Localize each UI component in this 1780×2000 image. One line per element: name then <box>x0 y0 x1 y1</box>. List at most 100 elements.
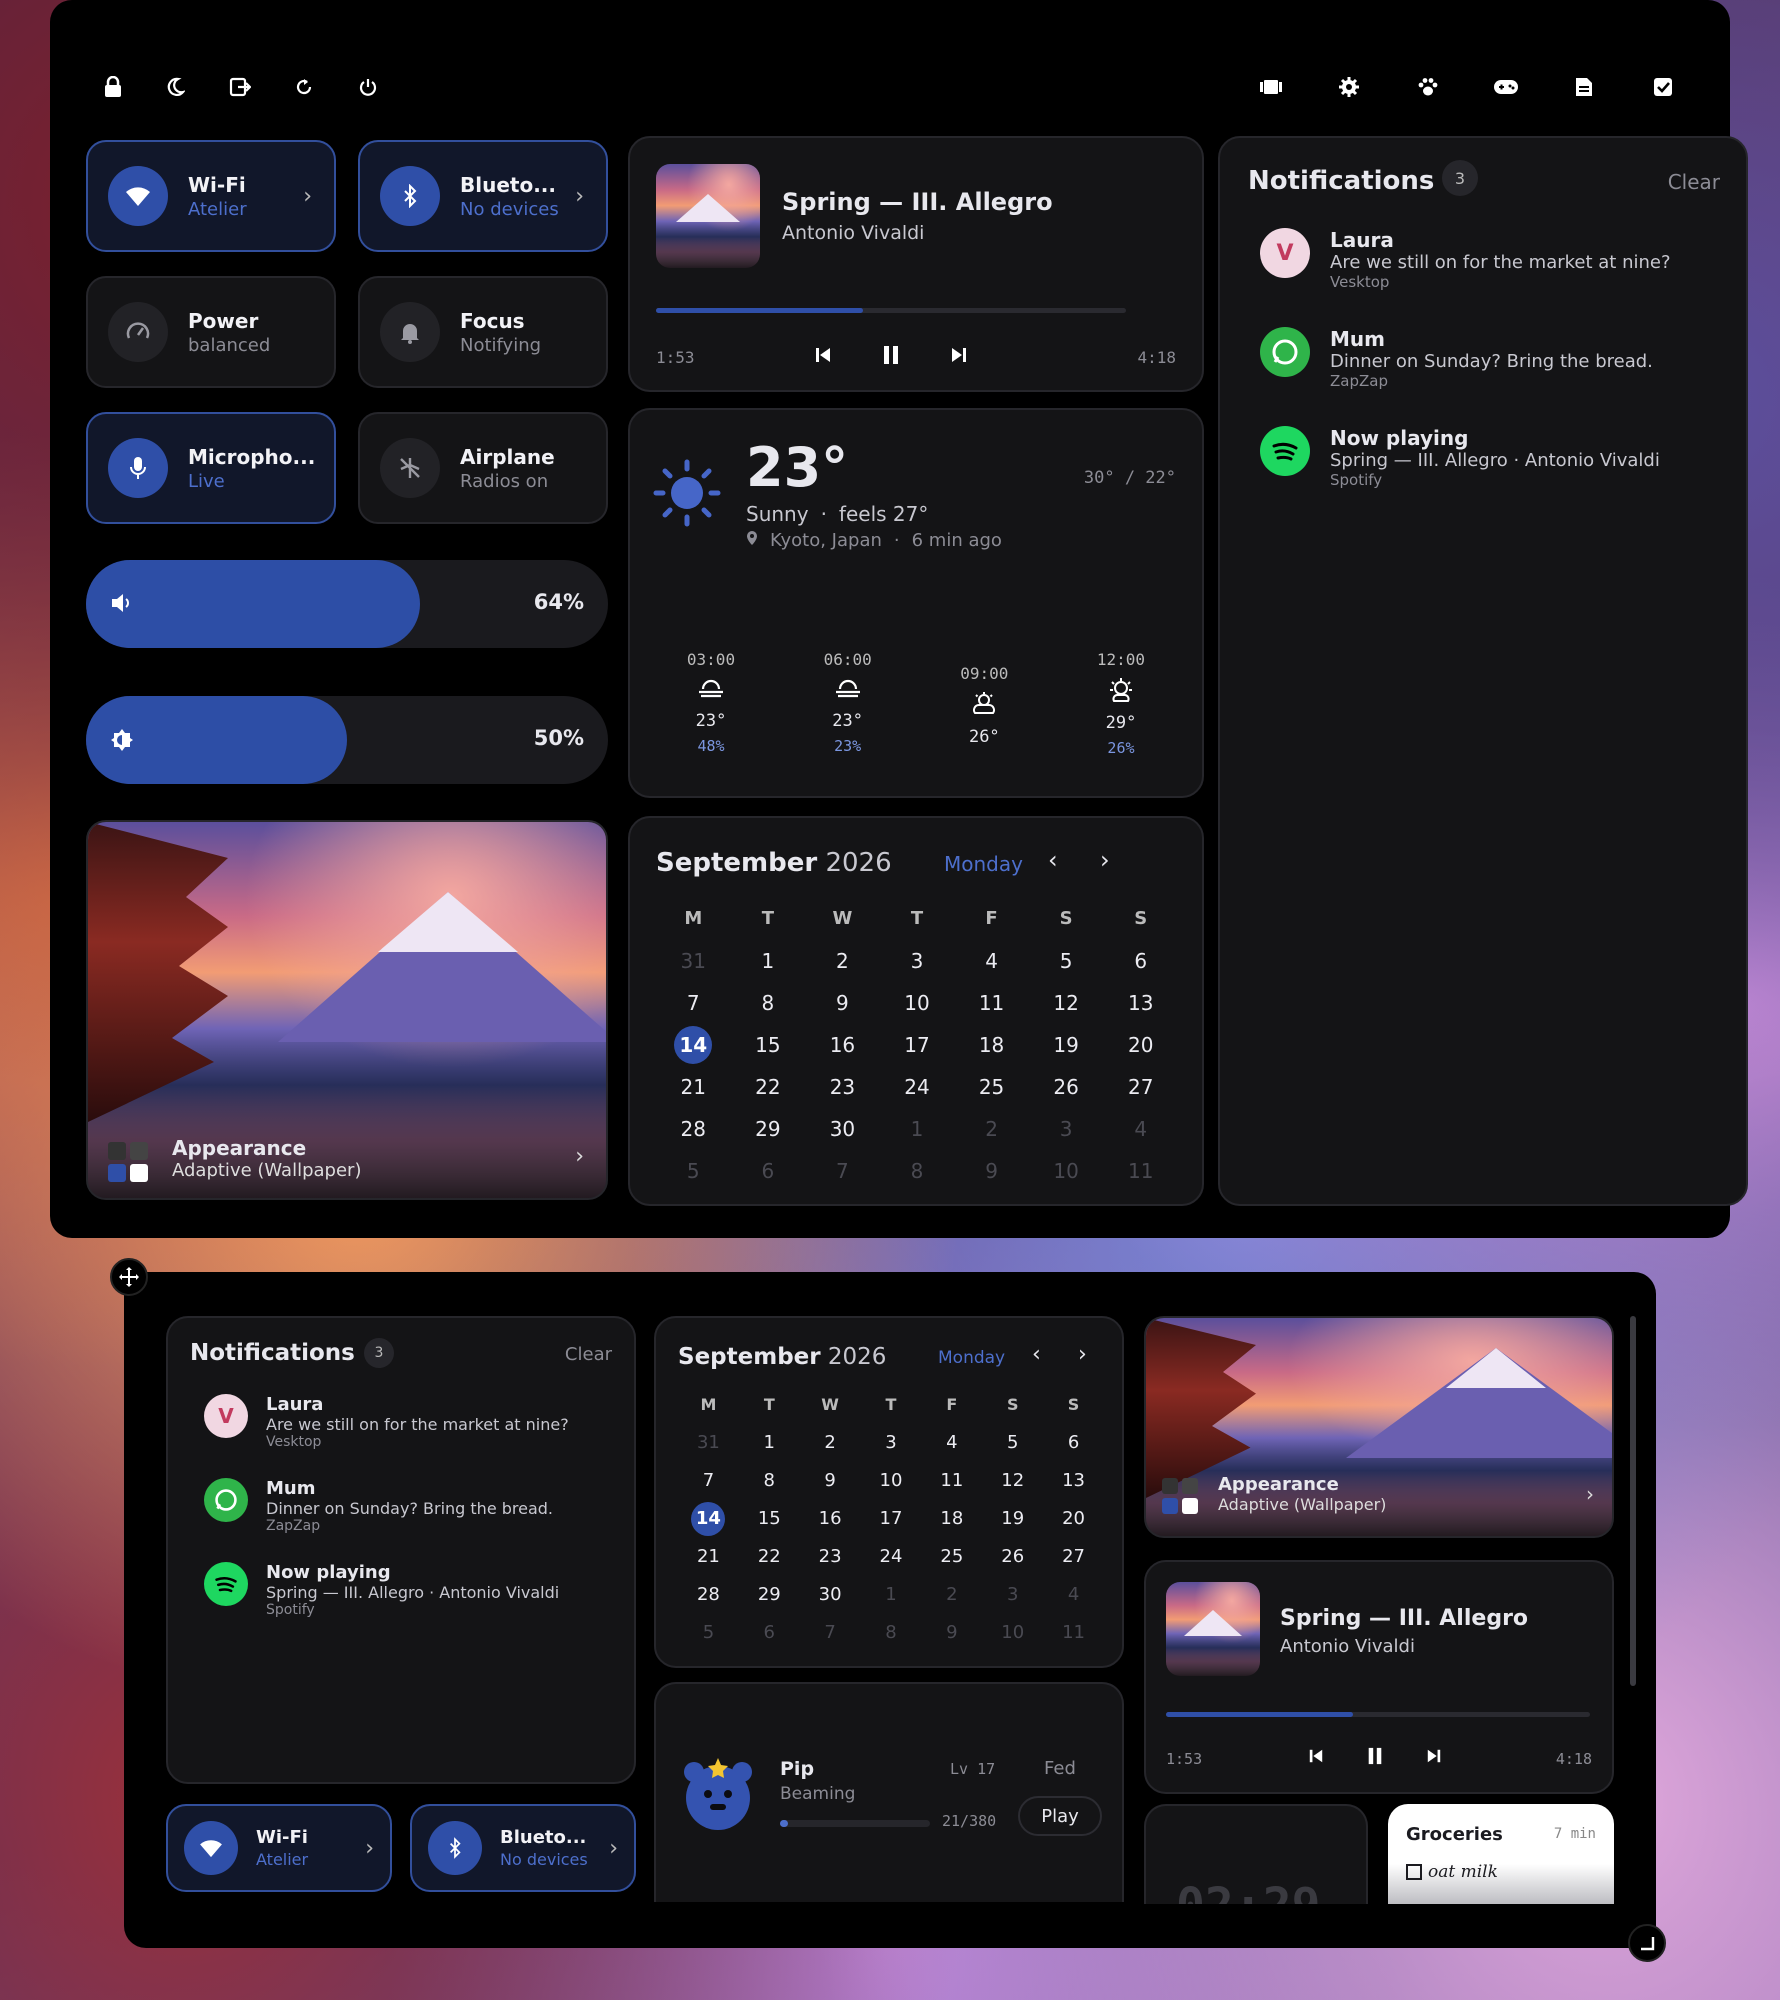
previous-icon[interactable] <box>1308 1748 1324 1768</box>
calendar-day[interactable]: 21 <box>656 1066 731 1108</box>
appearance-card[interactable]: Appearance Adaptive (Wallpaper) › <box>86 820 608 1200</box>
calendar-day[interactable]: 29 <box>731 1108 806 1150</box>
calendar-day[interactable]: 20 <box>1103 1024 1178 1066</box>
calendar-day[interactable]: 15 <box>739 1500 800 1538</box>
checkbox[interactable] <box>1406 1864 1422 1880</box>
chevron-right-icon[interactable]: › <box>1100 846 1110 874</box>
resize-handle-icon[interactable] <box>1628 1924 1666 1962</box>
chevron-right-icon[interactable]: › <box>1078 1342 1087 1367</box>
calendar-day[interactable]: 12 <box>982 1462 1043 1500</box>
lock-icon[interactable] <box>100 74 126 100</box>
power-profile-tile[interactable]: Power balanced <box>86 276 336 388</box>
calendar-day[interactable]: 15 <box>731 1024 806 1066</box>
progress-track[interactable] <box>656 308 1126 313</box>
groceries-card[interactable]: Groceries 7 min oat milk <box>1388 1804 1614 1904</box>
calendar-day[interactable]: 31 <box>678 1424 739 1462</box>
calendar-day[interactable]: 28 <box>678 1576 739 1614</box>
calendar-day[interactable]: 9 <box>954 1150 1029 1192</box>
calendar-day[interactable]: 5 <box>1029 940 1104 982</box>
calendar-day[interactable]: 12 <box>1029 982 1104 1024</box>
chevron-right-icon[interactable]: › <box>609 1836 618 1861</box>
calendar-day[interactable]: 26 <box>982 1538 1043 1576</box>
pause-icon[interactable] <box>1366 1746 1384 1770</box>
chevron-right-icon[interactable]: › <box>575 184 584 209</box>
calendar-day[interactable]: 5 <box>656 1150 731 1192</box>
calendar-day[interactable]: 16 <box>805 1024 880 1066</box>
calendar-day[interactable]: 1 <box>731 940 806 982</box>
calendar-day[interactable]: 5 <box>982 1424 1043 1462</box>
clear-button[interactable]: Clear <box>565 1344 612 1365</box>
calendar-day[interactable]: 6 <box>731 1150 806 1192</box>
calendar-day[interactable]: 8 <box>880 1150 955 1192</box>
chevron-right-icon[interactable]: › <box>365 1836 374 1861</box>
wifi-tile-compact[interactable]: Wi-Fi Atelier › <box>166 1804 392 1892</box>
calendar-day[interactable]: 11 <box>921 1462 982 1500</box>
notification-item[interactable]: Mum Dinner on Sunday? Bring the bread. Z… <box>204 1478 624 1534</box>
calendar-day[interactable]: 4 <box>1103 1108 1178 1150</box>
chevron-left-icon[interactable]: ‹ <box>1032 1342 1041 1367</box>
calendar-day[interactable]: 7 <box>656 982 731 1024</box>
week-start-selector[interactable]: Monday <box>938 1348 1005 1368</box>
wifi-tile[interactable]: Wi-Fi Atelier › <box>86 140 336 252</box>
restart-icon[interactable] <box>291 74 317 100</box>
calendar-day[interactable]: 10 <box>1029 1150 1104 1192</box>
calendar-day[interactable]: 8 <box>731 982 806 1024</box>
calendar-day[interactable]: 19 <box>982 1500 1043 1538</box>
calendar-day[interactable]: 21 <box>678 1538 739 1576</box>
calendar-day[interactable]: 22 <box>731 1066 806 1108</box>
calendar-day[interactable]: 3 <box>1029 1108 1104 1150</box>
calendar-day[interactable]: 6 <box>1103 940 1178 982</box>
week-start-selector[interactable]: Monday <box>944 852 1023 876</box>
calendar-day[interactable]: 31 <box>656 940 731 982</box>
calendar-day[interactable]: 24 <box>880 1066 955 1108</box>
calendar-day[interactable]: 9 <box>921 1614 982 1652</box>
bluetooth-tile[interactable]: Blueto... No devices › <box>358 140 608 252</box>
calendar-day[interactable]: 10 <box>880 982 955 1024</box>
calendar-day[interactable]: 10 <box>982 1614 1043 1652</box>
calendar-day[interactable]: 26 <box>1029 1066 1104 1108</box>
settings-icon[interactable] <box>1336 74 1362 100</box>
calendar-day[interactable]: 2 <box>954 1108 1029 1150</box>
calendar-day[interactable]: 2 <box>921 1576 982 1614</box>
calendar-day[interactable]: 6 <box>739 1614 800 1652</box>
clear-button[interactable]: Clear <box>1668 170 1720 194</box>
notification-item[interactable]: V Laura Are we still on for the market a… <box>204 1394 624 1450</box>
calendar-day[interactable]: 18 <box>921 1500 982 1538</box>
microphone-tile[interactable]: Micropho... Live <box>86 412 336 524</box>
calendar-day[interactable]: 4 <box>921 1424 982 1462</box>
calendar-day[interactable]: 27 <box>1103 1066 1178 1108</box>
calendar-day[interactable]: 22 <box>739 1538 800 1576</box>
move-handle-icon[interactable] <box>110 1258 148 1296</box>
calendar-day[interactable]: 30 <box>800 1576 861 1614</box>
calendar-day[interactable]: 9 <box>800 1462 861 1500</box>
calendar-day[interactable]: 1 <box>739 1424 800 1462</box>
pause-icon[interactable] <box>881 344 901 370</box>
calendar-day[interactable]: 11 <box>1043 1614 1104 1652</box>
calendar-day[interactable]: 3 <box>982 1576 1043 1614</box>
logout-icon[interactable] <box>227 74 253 100</box>
calendar-day[interactable]: 11 <box>954 982 1029 1024</box>
calendar-day[interactable]: 13 <box>1043 1462 1104 1500</box>
calendar-day[interactable]: 24 <box>861 1538 922 1576</box>
gamepad-icon[interactable] <box>1493 74 1519 100</box>
calendar-day[interactable]: 4 <box>1043 1576 1104 1614</box>
calendar-day[interactable]: 17 <box>861 1500 922 1538</box>
volume-slider[interactable]: 64% <box>86 560 608 648</box>
appearance-card-compact[interactable]: Appearance Adaptive (Wallpaper) › <box>1144 1316 1614 1538</box>
calendar-day[interactable]: 30 <box>805 1108 880 1150</box>
calendar-day[interactable]: 8 <box>739 1462 800 1500</box>
focus-tile[interactable]: Focus Notifying <box>358 276 608 388</box>
progress-track[interactable] <box>1166 1712 1590 1717</box>
calendar-day[interactable]: 7 <box>800 1614 861 1652</box>
calendar-day[interactable]: 29 <box>739 1576 800 1614</box>
calendar-day[interactable]: 6 <box>1043 1424 1104 1462</box>
notes-icon[interactable] <box>1571 74 1597 100</box>
calendar-day[interactable]: 5 <box>678 1614 739 1652</box>
calendar-day[interactable]: 8 <box>861 1614 922 1652</box>
airplane-tile[interactable]: Airplane Radios on <box>358 412 608 524</box>
calendar-day[interactable]: 2 <box>800 1424 861 1462</box>
calendar-day[interactable]: 16 <box>800 1500 861 1538</box>
notification-item[interactable]: V Laura Are we still on for the market a… <box>1260 228 1720 291</box>
calendar-day[interactable]: 7 <box>805 1150 880 1192</box>
calendar-day[interactable]: 1 <box>861 1576 922 1614</box>
